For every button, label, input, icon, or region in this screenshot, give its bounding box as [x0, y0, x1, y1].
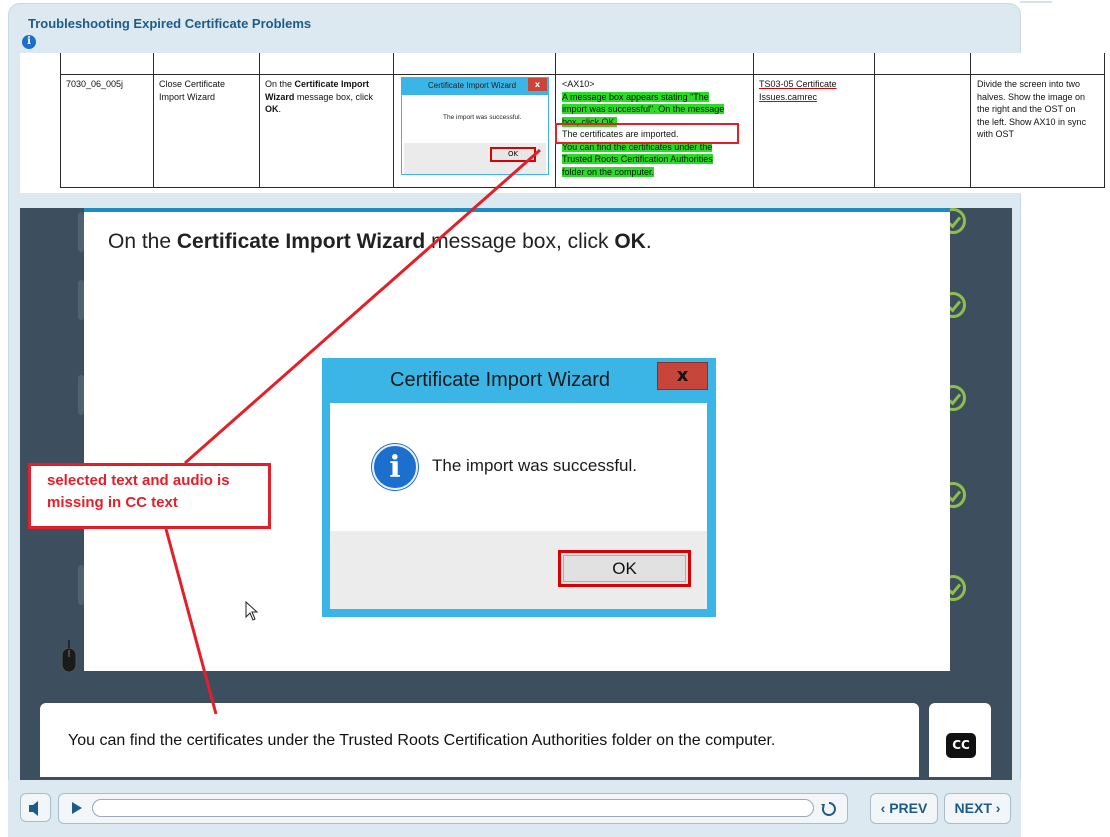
mouse-icon	[61, 640, 77, 673]
table-rule	[555, 53, 556, 188]
seek-track[interactable]	[92, 799, 814, 817]
information-icon: i	[22, 35, 36, 49]
notes-line: halves. Show the image on	[977, 91, 1086, 102]
row-media-file: TS03-05 Certificate Issues.camrec	[759, 79, 837, 102]
table-rule	[60, 187, 1105, 188]
table-rule	[60, 74, 1105, 75]
dialog-title: Certificate Import Wizard	[390, 369, 611, 391]
table-rule	[393, 53, 394, 188]
table-rule	[153, 53, 154, 188]
audio-tag: <AX10>	[562, 79, 595, 89]
annotation-text: selected text and audio is missing in CC…	[47, 472, 230, 511]
replay-icon[interactable]	[820, 800, 838, 818]
table-rule	[1104, 53, 1105, 188]
cursor-icon	[245, 601, 259, 621]
volume-button[interactable]	[20, 793, 51, 822]
audio-line: folder on the computer.	[562, 166, 655, 177]
row-id: 7030_06_005j	[66, 79, 124, 89]
notes-line: the right and the OST on	[977, 104, 1076, 114]
audio-line: import was successful". On the message	[562, 104, 725, 114]
prev-button[interactable]: ‹ PREV	[870, 793, 938, 824]
slide-instruction: On the Certificate Import Wizard message…	[108, 230, 652, 253]
screen: Troubleshooting Expired Certificate Prob…	[0, 0, 1110, 837]
selected-text-highlight	[555, 123, 739, 144]
thumbnail-ok-button: OK	[490, 147, 536, 162]
close-icon[interactable]: x	[657, 362, 708, 390]
next-button[interactable]: NEXT ›	[944, 793, 1011, 824]
audio-line: Trusted Roots Certification Authorities	[562, 154, 713, 164]
table-rule	[970, 53, 971, 188]
cc-icon[interactable]: CC	[946, 733, 976, 758]
course-title: Troubleshooting Expired Certificate Prob…	[28, 16, 312, 31]
table-rule	[874, 53, 875, 188]
row-notes: Divide the screen into two halves. Show …	[977, 78, 1103, 141]
play-icon[interactable]	[72, 802, 82, 814]
frame-divider	[1020, 1, 1052, 3]
information-icon: i	[372, 444, 418, 490]
table-rule	[259, 53, 260, 188]
notes-line: with OST	[977, 129, 1015, 139]
caption-text: You can find the certificates under the …	[68, 732, 776, 749]
close-icon: x	[528, 78, 547, 91]
thumbnail-message: The import was successful.	[443, 114, 522, 121]
volume-icon	[29, 801, 38, 816]
ok-button[interactable]: OK	[558, 550, 691, 587]
notes-line: the left. Show AX10 in sync	[977, 116, 1087, 127]
row-instruction: On the Certificate Import Wizard message…	[265, 79, 373, 114]
thumbnail-title: Certificate Import Wizard	[428, 81, 517, 90]
dialog-message: The import was successful.	[432, 456, 638, 475]
table-rule	[753, 53, 754, 188]
row-step-title: Close Certificate Import Wizard	[159, 79, 226, 102]
table-rule	[60, 53, 61, 188]
notes-line: Divide the screen into two	[977, 79, 1081, 89]
audio-line: A message box appears stating "The	[562, 91, 709, 102]
